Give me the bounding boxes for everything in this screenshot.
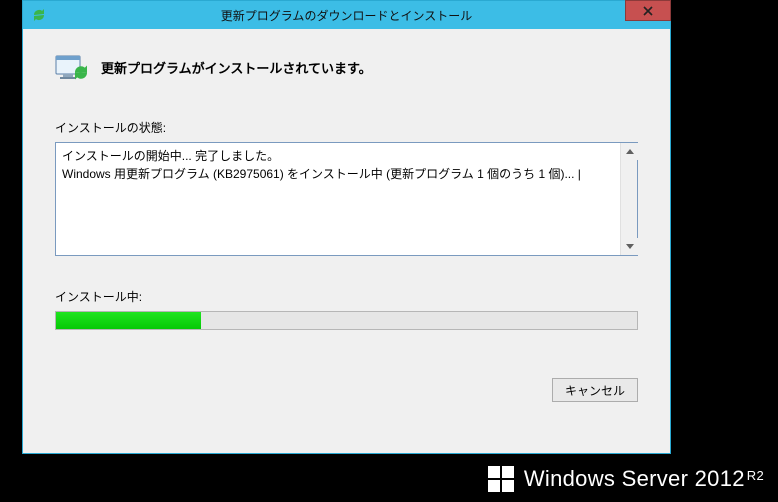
cancel-button[interactable]: キャンセル — [552, 378, 638, 402]
close-button[interactable] — [625, 0, 671, 21]
dialog-content: 更新プログラムがインストールされています。 インストールの状態: インストールの… — [23, 29, 670, 418]
status-label: インストールの状態: — [55, 119, 638, 136]
progress-label: インストール中: — [55, 288, 638, 305]
progress-fill — [56, 312, 201, 329]
titlebar[interactable]: 更新プログラムのダウンロードとインストール — [23, 1, 670, 29]
header-row: 更新プログラムがインストールされています。 — [55, 55, 638, 79]
scrollbar[interactable] — [620, 143, 637, 255]
window-title: 更新プログラムのダウンロードとインストール — [23, 7, 670, 24]
windows-logo-icon — [488, 466, 514, 492]
watermark-product: Windows Server 2012 — [524, 466, 745, 491]
close-icon — [643, 6, 653, 16]
header-text: 更新プログラムがインストールされています。 — [101, 58, 372, 77]
watermark-suffix: R2 — [747, 468, 764, 483]
os-watermark: Windows Server 2012R2 — [488, 466, 764, 492]
progress-bar — [55, 311, 638, 330]
watermark-text: Windows Server 2012R2 — [524, 466, 764, 492]
scroll-down-button[interactable] — [621, 238, 638, 255]
status-log-text: インストールの開始中... 完了しました。 Windows 用更新プログラム (… — [56, 143, 620, 255]
chevron-down-icon — [626, 244, 634, 249]
chevron-up-icon — [626, 149, 634, 154]
status-log-box: インストールの開始中... 完了しました。 Windows 用更新プログラム (… — [55, 142, 638, 256]
button-row: キャンセル — [55, 378, 638, 402]
scroll-up-button[interactable] — [621, 143, 638, 160]
update-icon — [29, 5, 49, 25]
update-dialog-window: 更新プログラムのダウンロードとインストール 更新プログラムがインストールされてい… — [22, 0, 671, 454]
install-icon — [55, 55, 87, 79]
